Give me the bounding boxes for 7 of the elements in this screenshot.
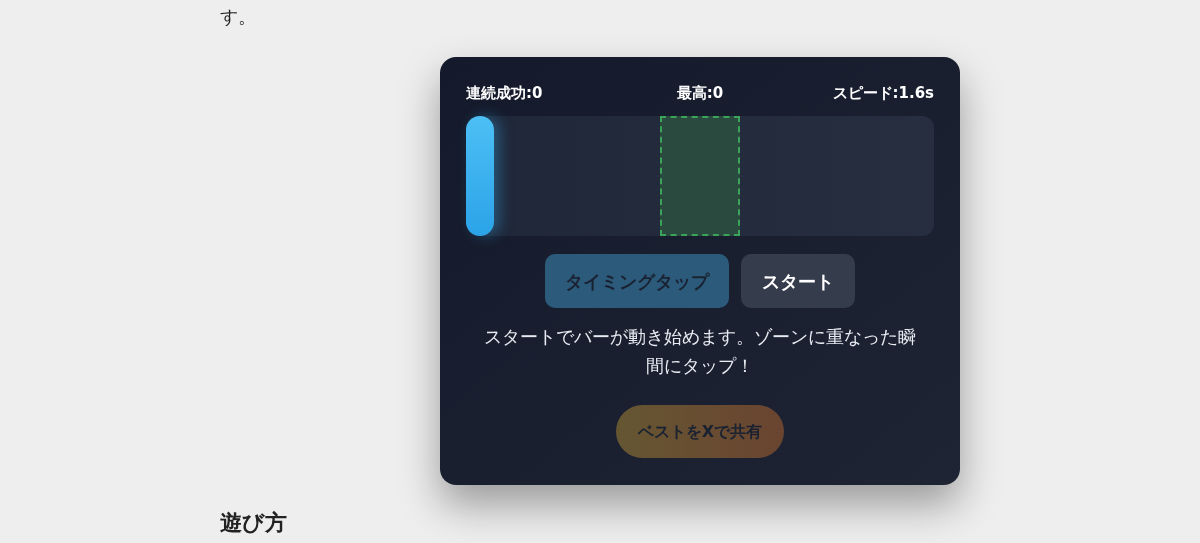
stat-label: 最高:0	[676, 82, 724, 104]
stat-label: 連続成功:0	[466, 82, 543, 104]
instruction-text: スタートでバーが動き始めます。ゾーンに重なった瞬間にタップ！	[483, 325, 917, 378]
section-heading: 遊び方	[220, 509, 288, 537]
stat-label: スピード:1.6s	[832, 82, 934, 104]
paragraph-text: す。	[220, 5, 257, 29]
start-button[interactable]: スタート	[741, 254, 855, 308]
